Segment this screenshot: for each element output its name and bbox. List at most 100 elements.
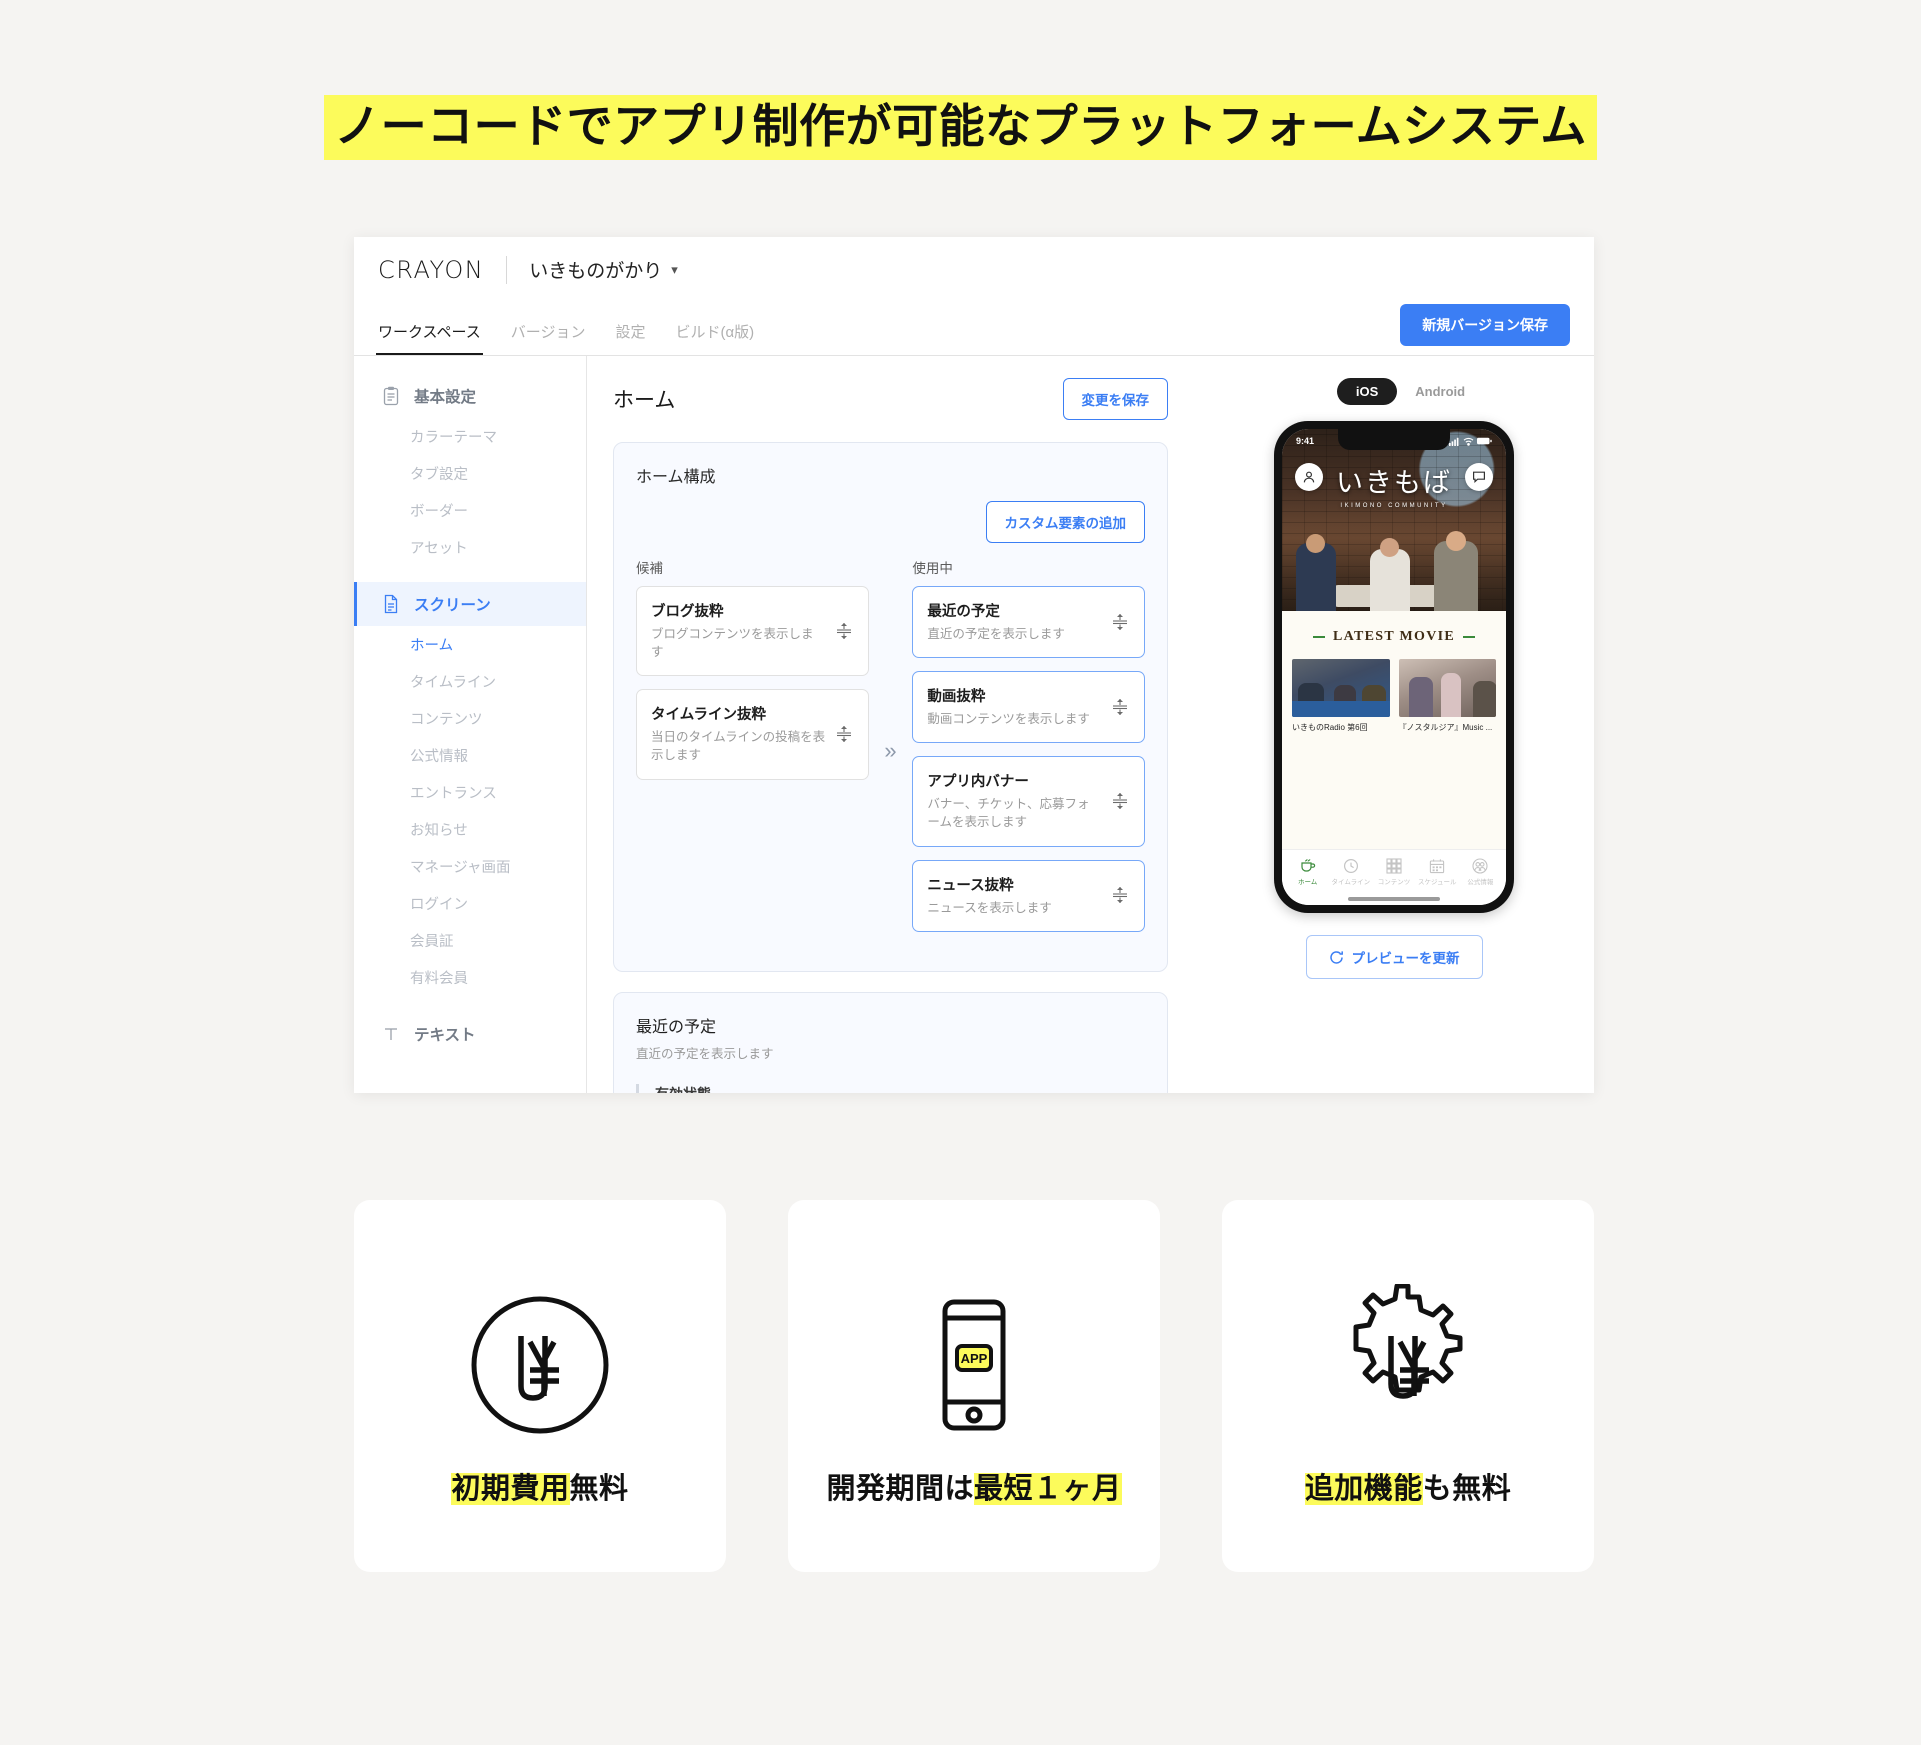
phone-tab-schedule[interactable]: スケジュール <box>1416 857 1459 886</box>
drag-handle-icon[interactable] <box>834 619 854 643</box>
signal-wifi-battery-icon <box>1449 437 1492 446</box>
yen-coin-icon <box>459 1265 621 1465</box>
phone-tab-official-info[interactable]: 公式情報 <box>1459 857 1502 886</box>
sidebar-item-border[interactable]: ボーダー <box>354 492 586 529</box>
tab-settings[interactable]: 設定 <box>615 321 645 355</box>
text-icon <box>385 1028 397 1040</box>
os-option-ios[interactable]: iOS <box>1336 378 1398 405</box>
detail-desc: 直近の予定を表示します <box>636 1046 774 1061</box>
thumb-figure <box>1472 681 1496 717</box>
movie-item[interactable]: 『ノスタルジア』Music ... <box>1398 659 1496 733</box>
element-desc: バナー、チケット、応募フォームを表示します <box>927 797 1090 830</box>
save-changes-button[interactable]: 変更を保存 <box>1062 378 1168 420</box>
latest-movie-section: LATEST MOVIE いきものRadio 第6回 『ノスタルジア』Music… <box>1282 611 1506 849</box>
feature-label-highlight: 初期費用 <box>451 1473 570 1505</box>
sidebar-item-home[interactable]: ホーム <box>354 626 586 663</box>
element-desc: 直近の予定を表示します <box>927 627 1065 641</box>
chevron-down-icon: ▾ <box>671 261 678 277</box>
drag-handle-icon[interactable] <box>834 722 854 746</box>
save-new-version-button[interactable]: 新規バージョン保存 <box>1400 304 1570 346</box>
element-card-video-excerpt[interactable]: 動画抜粋 動画コンテンツを表示します <box>912 671 1145 744</box>
sidebar-item-entrance[interactable]: エントランス <box>354 774 586 811</box>
element-card-recent-schedule[interactable]: 最近の予定 直近の予定を表示します <box>912 586 1145 659</box>
phone-tab-timeline[interactable]: タイムライン <box>1329 857 1372 886</box>
preview-pane: iOS Android 9:41 いきもば IKIMONO COMMUNITY … <box>1194 356 1594 1093</box>
recent-schedule-detail-panel: 最近の予定 直近の予定を表示します 有効状態 <box>613 991 1168 1093</box>
element-card-news-excerpt[interactable]: ニュース抜粋 ニュースを表示します <box>912 859 1145 932</box>
profile-button[interactable] <box>1295 463 1323 491</box>
editor-main: ホーム 変更を保存 ホーム構成 カスタム要素の追加 候補 ブログ抜粋 ブログコン… <box>587 356 1194 1093</box>
sidebar: 基本設定 カラーテーマ タブ設定 ボーダー アセット スクリーン ホーム タイム… <box>354 356 587 1093</box>
drag-handle-icon[interactable] <box>1110 695 1130 719</box>
element-name: 動画抜粋 <box>927 689 986 706</box>
add-custom-element-button[interactable]: カスタム要素の追加 <box>985 501 1145 543</box>
sidebar-item-official-info[interactable]: 公式情報 <box>354 737 586 774</box>
os-option-android[interactable]: Android <box>1403 378 1477 405</box>
feature-card-initial-cost: 初期費用無料 <box>354 1200 726 1572</box>
movie-grid: いきものRadio 第6回 『ノスタルジア』Music ... <box>1292 659 1496 733</box>
sidebar-item-tab-settings[interactable]: タブ設定 <box>354 455 586 492</box>
latest-movie-heading: LATEST MOVIE <box>1292 629 1496 645</box>
tab-workspace[interactable]: ワークスペース <box>376 321 483 355</box>
tab-version[interactable]: バージョン <box>511 321 586 355</box>
refresh-icon <box>1329 950 1343 964</box>
phone-home-indicator <box>1282 893 1506 905</box>
person-head-1 <box>1306 534 1325 553</box>
sidebar-item-contents[interactable]: コンテンツ <box>354 700 586 737</box>
chat-button[interactable] <box>1465 463 1493 491</box>
phone-mockup: 9:41 いきもば IKIMONO COMMUNITY LATEST MOVIE… <box>1274 421 1514 913</box>
thumb-table <box>1292 701 1390 717</box>
person-figure-3 <box>1434 541 1478 611</box>
element-card-blog-excerpt[interactable]: ブログ抜粋 ブログコンテンツを表示します <box>636 586 869 677</box>
app-header: CRAYON いきものがかり ▾ <box>354 237 1594 302</box>
sidebar-item-membership-card[interactable]: 会員証 <box>354 922 586 959</box>
sidebar-item-notice[interactable]: お知らせ <box>354 811 586 848</box>
sidebar-item-paid-member[interactable]: 有料会員 <box>354 959 586 996</box>
person-head-2 <box>1380 538 1399 557</box>
sidebar-group-screen[interactable]: スクリーン <box>354 582 586 626</box>
sidebar-group-label: 基本設定 <box>414 389 477 406</box>
calendar-icon <box>1416 857 1459 874</box>
movie-item[interactable]: いきものRadio 第6回 <box>1292 659 1390 733</box>
element-desc: ニュースを表示します <box>927 900 1052 915</box>
coffee-cup-icon <box>1286 857 1329 874</box>
phone-screen: 9:41 いきもば IKIMONO COMMUNITY LATEST MOVIE… <box>1282 429 1506 905</box>
person-figure-1 <box>1296 543 1336 611</box>
sidebar-item-timeline[interactable]: タイムライン <box>354 663 586 700</box>
sidebar-item-manager-screen[interactable]: マネージャ画面 <box>354 848 586 885</box>
phone-tabbar: ホーム タイムライン コンテンツ スケジュール 公式情報 <box>1282 849 1506 893</box>
drag-handle-icon[interactable] <box>1110 610 1130 634</box>
element-card-timeline-excerpt[interactable]: タイムライン抜粋 当日のタイムラインの投稿を表示します <box>636 689 869 780</box>
sidebar-item-asset[interactable]: アセット <box>354 529 586 566</box>
element-card-in-app-banner[interactable]: アプリ内バナー バナー、チケット、応募フォームを表示します <box>912 756 1145 847</box>
sidebar-item-color-theme[interactable]: カラーテーマ <box>354 418 586 455</box>
thumb-figure <box>1408 677 1433 717</box>
hero-banner: ノーコードでアプリ制作が可能なプラットフォームシステム <box>0 95 1921 161</box>
refresh-preview-button[interactable]: プレビューを更新 <box>1305 935 1483 979</box>
person-head-3 <box>1446 531 1466 551</box>
drag-handle-icon[interactable] <box>1110 883 1130 907</box>
tab-build[interactable]: ビルド(α版) <box>675 321 754 355</box>
phone-tab-label: タイムライン <box>1331 879 1371 886</box>
phone-tab-contents[interactable]: コンテンツ <box>1372 857 1415 886</box>
app-logo-subtitle: IKIMONO COMMUNITY <box>1340 503 1448 509</box>
workspace-name: いきものがかり <box>529 261 663 282</box>
svg-text:APP: APP <box>961 1351 988 1366</box>
double-chevron-right-icon[interactable]: » <box>884 738 896 764</box>
element-name: アプリ内バナー <box>927 774 1029 791</box>
person-figure-2 <box>1370 549 1410 611</box>
feature-card-development-period: APP 開発期間は最短１ヶ月 <box>788 1200 1160 1572</box>
sidebar-group-text[interactable]: テキスト <box>354 1012 586 1056</box>
phone-tab-label: コンテンツ <box>1377 879 1411 886</box>
phone-tab-label: ホーム <box>1297 879 1318 886</box>
movie-caption: 『ノスタルジア』Music ... <box>1398 723 1493 732</box>
sidebar-item-login[interactable]: ログイン <box>354 885 586 922</box>
app-body: 基本設定 カラーテーマ タブ設定 ボーダー アセット スクリーン ホーム タイム… <box>354 356 1594 1093</box>
phone-tab-home[interactable]: ホーム <box>1286 857 1329 886</box>
workspace-selector[interactable]: いきものがかり ▾ <box>529 256 678 283</box>
sidebar-group-basic-settings[interactable]: 基本設定 <box>354 374 586 418</box>
feature-label-plain: も無料 <box>1422 1473 1512 1505</box>
drag-handle-icon[interactable] <box>1110 789 1130 813</box>
detail-title: 最近の予定 <box>636 1018 717 1036</box>
home-composition-panel: ホーム構成 カスタム要素の追加 候補 ブログ抜粋 ブログコンテンツを表示します <box>613 442 1168 972</box>
